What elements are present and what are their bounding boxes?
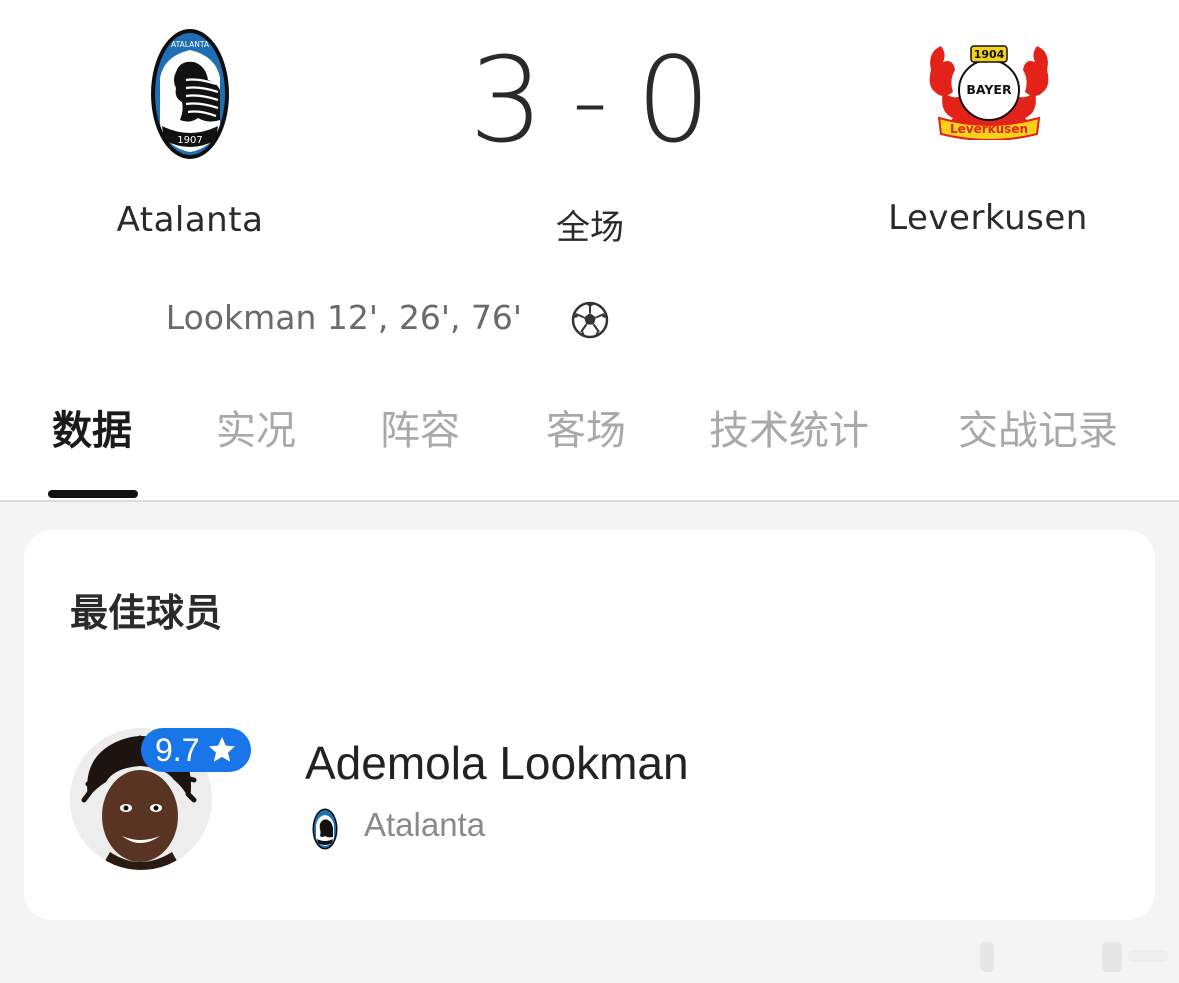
svg-text:1907: 1907 xyxy=(177,135,202,146)
rating-badge: 9.7 xyxy=(141,728,252,772)
score-separator: - xyxy=(571,41,609,159)
tab-live[interactable]: 实况 xyxy=(216,398,296,456)
soccer-ball-icon xyxy=(571,301,609,339)
match-tabs: 数据 实况 阵容 客场 技术统计 交战记录 xyxy=(0,388,1179,502)
active-tab-indicator xyxy=(48,490,138,498)
svg-text:BAYER: BAYER xyxy=(966,82,1012,97)
player-name[interactable]: Ademola Lookman xyxy=(305,736,689,790)
bayer-leverkusen-crest-icon: 1904 BAYER Leverkusen xyxy=(929,45,1049,140)
tab-away[interactable]: 客场 xyxy=(546,398,626,456)
match-status: 全场 xyxy=(556,208,624,248)
home-team-name[interactable]: Atalanta xyxy=(40,200,340,240)
tab-data[interactable]: 数据 xyxy=(52,398,132,456)
score-display: 3 - 0 xyxy=(440,30,740,170)
home-score: 3 xyxy=(468,31,544,169)
tab-tech-stats[interactable]: 技术统计 xyxy=(709,398,869,456)
svg-text:Leverkusen: Leverkusen xyxy=(950,122,1028,136)
tab-head-to-head[interactable]: 交战记录 xyxy=(958,398,1118,456)
section-title: 最佳球员 xyxy=(70,591,223,635)
best-player-card[interactable]: 最佳球员 9.7 Ademola Lookman Atalanta xyxy=(24,530,1155,920)
tab-lineup[interactable]: 阵容 xyxy=(380,398,460,456)
away-score: 0 xyxy=(636,31,712,169)
svg-text:ATALANTA: ATALANTA xyxy=(171,40,210,49)
star-icon xyxy=(209,737,236,762)
rating-value: 9.7 xyxy=(155,731,200,768)
scroll-indicator xyxy=(980,942,1168,972)
player-team-name: Atalanta xyxy=(364,806,486,843)
atalanta-crest-icon xyxy=(312,808,338,850)
svg-text:1904: 1904 xyxy=(974,48,1005,61)
home-scorers: Lookman 12', 26', 76' xyxy=(165,298,522,337)
atalanta-crest-icon: 1907 ATALANTA xyxy=(151,29,229,159)
away-team-name[interactable]: Leverkusen xyxy=(838,198,1138,238)
best-player-row[interactable]: 9.7 Ademola Lookman Atalanta xyxy=(24,720,1155,880)
